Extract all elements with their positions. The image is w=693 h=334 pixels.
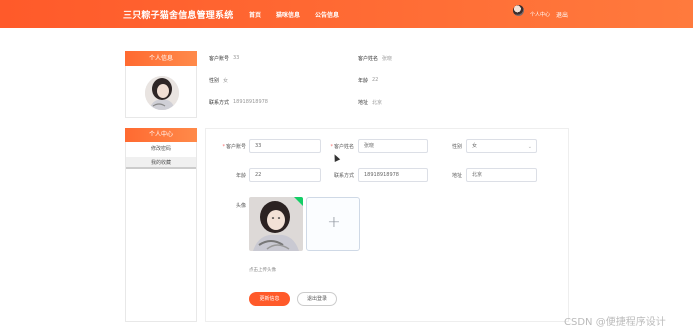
form-account-label: *客户账号 [222, 144, 246, 150]
age-input[interactable]: 22 [249, 168, 321, 182]
form-age-label: 年龄 [235, 173, 246, 179]
address-input[interactable]: 北京 [466, 168, 537, 182]
plus-icon: + [327, 212, 341, 231]
nav-home[interactable]: 首页 [249, 10, 261, 19]
user-center-menu [125, 142, 197, 322]
summary-address-value: 北京 [372, 100, 383, 106]
summary-account-value: 33 [233, 55, 240, 61]
logout-button[interactable]: 退出登录 [297, 292, 337, 306]
user-center-link[interactable]: 个人中心 [530, 11, 550, 18]
gender-select[interactable]: 女 ⌄ [466, 139, 537, 153]
form-avatar-label: 头像 [235, 203, 246, 209]
form-gender-label: 性别 [451, 144, 462, 150]
chevron-down-icon: ⌄ [527, 144, 532, 150]
nav-announcements[interactable]: 公告信息 [315, 10, 339, 19]
phone-input[interactable]: 18918918978 [358, 168, 428, 182]
form-phone-label: 联系方式 [333, 173, 354, 179]
summary-age-label: 年龄 [358, 78, 369, 84]
user-center-title: 个人中心 [125, 128, 197, 142]
nav-cat-info[interactable]: 猫咪信息 [276, 10, 300, 19]
summary-name-label: 客户姓名 [358, 56, 379, 62]
gender-select-value: 女 [472, 143, 478, 149]
update-info-button[interactable]: 更新信息 [249, 292, 290, 306]
uploaded-avatar-image[interactable] [249, 197, 303, 251]
top-navigation-bar [0, 0, 693, 28]
upload-hint: 点击上传头像 [249, 268, 276, 273]
upload-success-badge [294, 197, 303, 206]
avatar-upload-button[interactable]: + [306, 197, 360, 251]
account-input[interactable]: 33 [249, 139, 321, 153]
app-title: 三只粽子猫舍信息管理系统 [123, 11, 234, 21]
summary-age-value: 22 [372, 77, 379, 83]
summary-address-label: 地址 [358, 100, 369, 106]
summary-gender-value: 女 [223, 78, 229, 84]
summary-account-label: 客户账号 [209, 56, 230, 62]
watermark: CSDN @便捷程序设计 [564, 317, 666, 328]
summary-phone-value: 18918918978 [233, 99, 268, 105]
summary-gender-label: 性别 [209, 78, 220, 84]
user-avatar[interactable] [513, 5, 524, 16]
menu-my-favorites[interactable]: 我的收藏 [126, 157, 196, 169]
profile-section-title: 个人信息 [125, 51, 197, 66]
menu-change-password[interactable]: 修改密码 [126, 143, 196, 155]
name-input[interactable]: 张晓 [358, 139, 428, 153]
summary-name-value: 张晓 [382, 56, 393, 62]
form-address-label: 地址 [451, 173, 462, 179]
logout-link[interactable]: 退出 [556, 10, 568, 19]
form-name-label: *客户姓名 [330, 144, 354, 150]
summary-phone-label: 联系方式 [209, 100, 230, 106]
profile-avatar [145, 76, 179, 110]
